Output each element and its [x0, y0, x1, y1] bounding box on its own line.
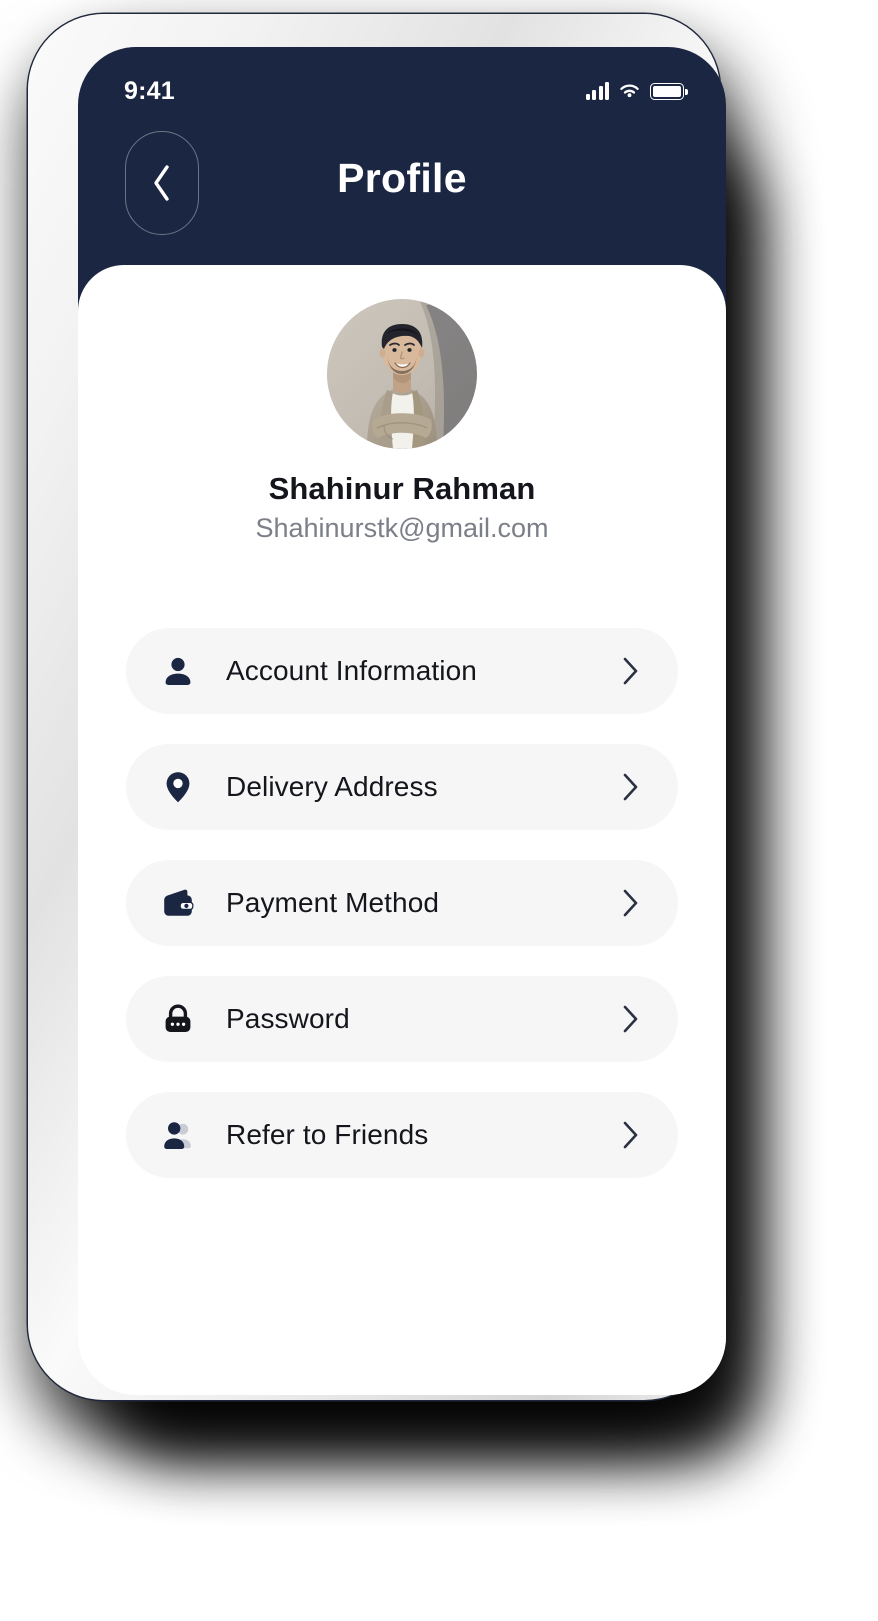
profile-content-card: Shahinur Rahman Shahinurstk@gmail.com Ac… [78, 265, 726, 1395]
page-title: Profile [337, 155, 467, 201]
chevron-right-icon[interactable] [618, 1120, 644, 1150]
chevron-right-icon[interactable] [618, 888, 644, 918]
profile-menu-list: Account Information Delivery Address Pay… [78, 628, 726, 1178]
phone-bezel: 9:41 Profile Shahinur Rahman Shahinurstk… [28, 14, 726, 1400]
person-icon [158, 651, 198, 691]
menu-item-label: Payment Method [226, 887, 440, 918]
status-bar: 9:41 [78, 47, 726, 113]
battery-full-icon [650, 82, 688, 100]
screenshot-stage: 9:41 Profile Shahinur Rahman Shahinurstk… [0, 0, 878, 1621]
chevron-right-icon[interactable] [618, 656, 644, 686]
profile-email: Shahinurstk@gmail.com [255, 513, 549, 543]
menu-item-payment-method[interactable]: Payment Method [126, 860, 678, 946]
status-icons [585, 82, 688, 100]
menu-item-label: Account Information [226, 655, 477, 686]
chevron-right-icon[interactable] [618, 1004, 644, 1034]
profile-name: Shahinur Rahman [268, 471, 536, 506]
cellular-signal-icon [585, 82, 609, 100]
location-pin-icon [158, 767, 198, 807]
people-icon [158, 1115, 198, 1155]
avatar-container [78, 299, 726, 449]
menu-item-label: Delivery Address [226, 771, 438, 802]
chevron-right-icon[interactable] [618, 772, 644, 802]
nav-bar: Profile [78, 129, 726, 237]
menu-item-delivery-address[interactable]: Delivery Address [126, 744, 678, 830]
menu-item-label: Refer to Friends [226, 1119, 429, 1150]
menu-item-account-information[interactable]: Account Information [126, 628, 678, 714]
wallet-icon [158, 883, 198, 923]
avatar[interactable] [327, 299, 477, 449]
menu-item-refer-to-friends[interactable]: Refer to Friends [126, 1092, 678, 1178]
user-avatar-photo [327, 299, 477, 449]
menu-item-password[interactable]: Password [126, 976, 678, 1062]
wifi-icon [620, 84, 639, 98]
status-time: 9:41 [124, 76, 175, 105]
phone-screen: 9:41 Profile Shahinur Rahman Shahinurstk… [78, 47, 726, 1395]
menu-item-label: Password [226, 1003, 350, 1034]
lock-icon [158, 999, 198, 1039]
